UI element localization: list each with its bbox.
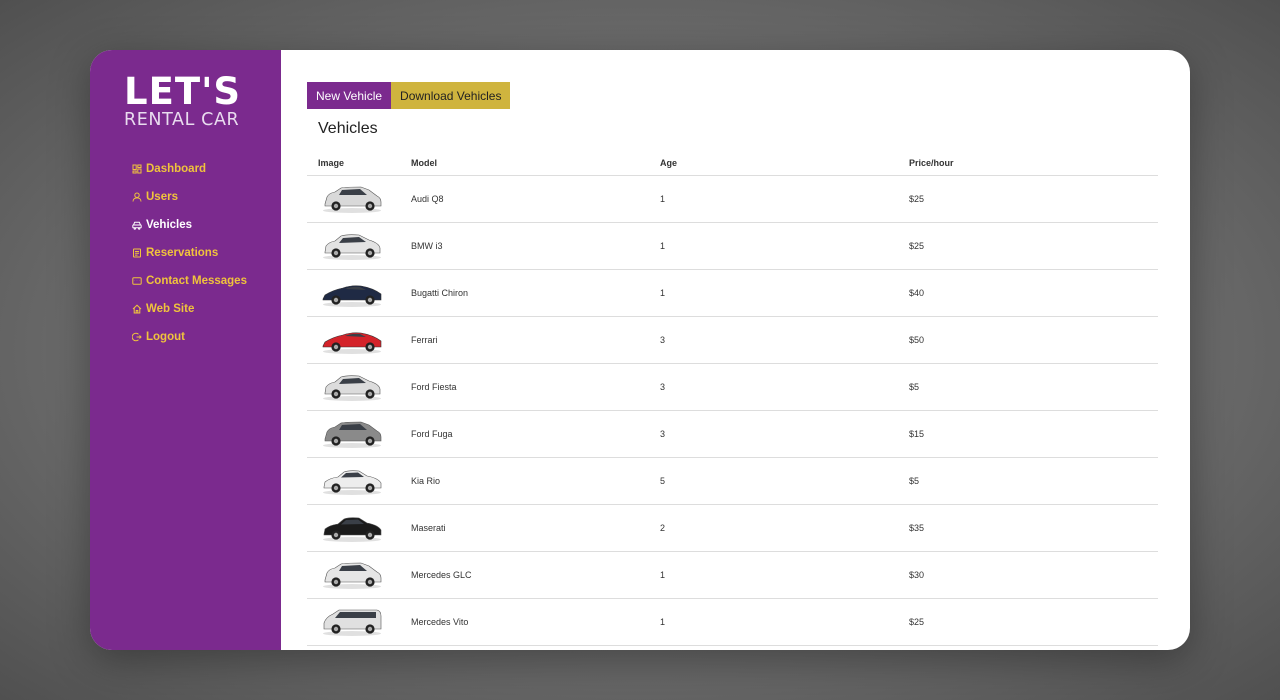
vehicle-price: $15	[909, 410, 1158, 458]
vehicle-price: $25	[909, 175, 1158, 223]
vehicle-image	[321, 231, 383, 261]
sidebar-item-logout[interactable]: Logout	[132, 323, 281, 351]
vehicle-model: Ferrari	[411, 316, 660, 364]
sidebar-item-label: Users	[146, 191, 178, 203]
vehicle-age: 5	[660, 457, 909, 505]
sidebar-item-reservations[interactable]: Reservations	[132, 239, 281, 267]
download-vehicles-button[interactable]: Download Vehicles	[391, 82, 511, 109]
vehicle-age: 3	[660, 410, 909, 458]
sidebar-item-dashboard[interactable]: Dashboard	[132, 155, 281, 183]
vehicle-age: 1	[660, 598, 909, 646]
dashboard-icon	[132, 164, 142, 174]
new-vehicle-button[interactable]: New Vehicle	[307, 82, 392, 109]
table-row[interactable]: Ferrari 3 $50	[307, 316, 1158, 364]
table-row[interactable]: Ford Fuga 3 $15	[307, 410, 1158, 458]
vehicle-image-cell	[307, 316, 411, 364]
brand-line1: LET'S	[124, 70, 242, 113]
table-row[interactable]: Mercedes GLC 1 $30	[307, 551, 1158, 599]
vehicle-age: 2	[660, 504, 909, 552]
vehicle-model: Audi Q8	[411, 175, 660, 223]
sidebar-item-label: Reservations	[146, 247, 219, 259]
vehicle-image-cell	[307, 598, 411, 646]
brand-line2: RENTAL CAR	[124, 110, 240, 130]
vehicle-image-cell	[307, 269, 411, 317]
column-header-image[interactable]: Image	[307, 152, 411, 176]
vehicle-image	[321, 184, 383, 214]
vehicle-image-cell	[307, 457, 411, 505]
vehicle-image	[321, 278, 383, 308]
vehicle-image-cell	[307, 222, 411, 270]
column-header-price[interactable]: Price/hour	[909, 152, 1158, 176]
table-row[interactable]: Kia Rio 5 $5	[307, 457, 1158, 505]
vehicle-model: Bugatti Chiron	[411, 269, 660, 317]
brand-logo[interactable]: LET'S RENTAL CAR	[124, 70, 281, 130]
sidebar-item-label: Logout	[146, 331, 185, 343]
vehicle-price: $35	[909, 504, 1158, 552]
table-row[interactable]: Ford Fiesta 3 $5	[307, 363, 1158, 411]
vehicle-price: $30	[909, 551, 1158, 599]
table-row[interactable]: Mercedes Vito 1 $25	[307, 598, 1158, 646]
vehicle-age: 1	[660, 551, 909, 599]
vehicle-image	[321, 513, 383, 543]
vehicle-age: 3	[660, 363, 909, 411]
vehicle-price: $40	[909, 269, 1158, 317]
vehicle-price: $5	[909, 363, 1158, 411]
vehicle-image	[321, 560, 383, 590]
document-icon	[132, 248, 142, 258]
vehicle-image	[321, 466, 383, 496]
vehicle-price: $50	[909, 316, 1158, 364]
vehicles-table-body: Audi Q8 1 $25 BMW i3 1 $25 Bugatti Chiron 1 $4…	[307, 175, 1158, 646]
message-icon	[132, 276, 142, 286]
table-row[interactable]: BMW i3 1 $25	[307, 222, 1158, 270]
vehicle-image	[321, 325, 383, 355]
vehicle-model: Ford Fiesta	[411, 363, 660, 411]
vehicle-price: $25	[909, 222, 1158, 270]
user-icon	[132, 192, 142, 202]
app-window: LET'S RENTAL CAR Dashboard Users Vehicles R…	[90, 50, 1190, 650]
column-header-model[interactable]: Model	[411, 152, 660, 176]
sidebar-item-vehicles[interactable]: Vehicles	[132, 211, 281, 239]
main-content: New Vehicle Download Vehicles Vehicles I…	[281, 50, 1190, 650]
vehicle-model: Mercedes GLC	[411, 551, 660, 599]
page-title: Vehicles	[318, 120, 378, 137]
sidebar-nav: Dashboard Users Vehicles Reservations Contac…	[132, 155, 281, 351]
home-icon	[132, 304, 142, 314]
table-header-row: Image Model Age Price/hour	[307, 152, 1158, 176]
vehicle-image-cell	[307, 410, 411, 458]
vehicle-age: 1	[660, 175, 909, 223]
sidebar-item-label: Dashboard	[146, 163, 207, 175]
sidebar-item-web-site[interactable]: Web Site	[132, 295, 281, 323]
vehicle-model: Ford Fuga	[411, 410, 660, 458]
toolbar: New Vehicle Download Vehicles	[307, 82, 1158, 109]
vehicle-price: $5	[909, 457, 1158, 505]
sidebar-item-contact-messages[interactable]: Contact Messages	[132, 267, 281, 295]
vehicle-age: 1	[660, 222, 909, 270]
vehicle-price: $25	[909, 598, 1158, 646]
table-row[interactable]: Maserati 2 $35	[307, 504, 1158, 552]
table-row[interactable]: Audi Q8 1 $25	[307, 175, 1158, 223]
column-header-age[interactable]: Age	[660, 152, 909, 176]
vehicle-model: Kia Rio	[411, 457, 660, 505]
vehicle-age: 1	[660, 269, 909, 317]
vehicle-model: Mercedes Vito	[411, 598, 660, 646]
logout-icon	[132, 332, 142, 342]
table-row[interactable]: Bugatti Chiron 1 $40	[307, 269, 1158, 317]
sidebar: LET'S RENTAL CAR Dashboard Users Vehicles R…	[90, 50, 281, 650]
vehicle-image	[321, 607, 383, 637]
vehicle-image-cell	[307, 504, 411, 552]
sidebar-item-label: Web Site	[146, 303, 195, 315]
vehicles-table: Image Model Age Price/hour Audi Q8 1 $25 B…	[307, 152, 1158, 646]
sidebar-item-label: Contact Messages	[146, 275, 247, 287]
vehicle-image-cell	[307, 551, 411, 599]
vehicle-model: BMW i3	[411, 222, 660, 270]
vehicle-model: Maserati	[411, 504, 660, 552]
vehicle-age: 3	[660, 316, 909, 364]
vehicle-image	[321, 372, 383, 402]
sidebar-item-label: Vehicles	[146, 219, 193, 231]
vehicle-image	[321, 419, 383, 449]
vehicle-image-cell	[307, 363, 411, 411]
car-icon	[132, 220, 142, 230]
sidebar-item-users[interactable]: Users	[132, 183, 281, 211]
vehicle-image-cell	[307, 175, 411, 223]
